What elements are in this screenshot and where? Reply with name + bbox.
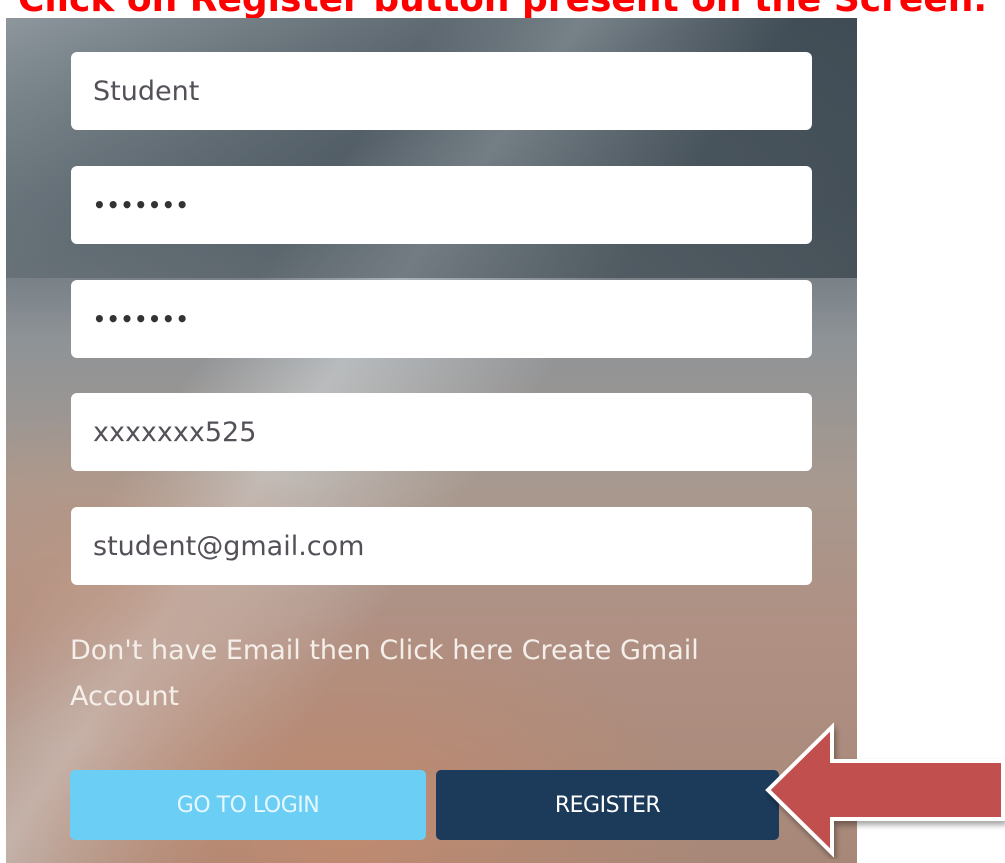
confirm-password-field[interactable]: ••••••• [71,280,812,358]
register-button[interactable]: REGISTER [436,770,779,840]
username-field[interactable]: Student [71,52,812,130]
left-arrow-icon [765,722,1005,858]
mobile-field[interactable]: xxxxxxx525 [71,393,812,471]
create-gmail-link-line2: Account [70,681,180,712]
left-arrow-shape [765,722,1005,858]
email-field[interactable]: student@gmail.com [71,507,812,585]
register-label: REGISTER [554,792,661,818]
go-to-login-button[interactable]: GO TO LOGIN [70,770,426,840]
register-form-panel: Student ••••••• ••••••• xxxxxxx525 stude… [6,18,857,863]
password-field[interactable]: ••••••• [71,166,812,244]
go-to-login-label: GO TO LOGIN [176,792,320,818]
create-gmail-link[interactable]: Don't have Email then Click here Create … [70,628,810,720]
create-gmail-link-line1: Don't have Email then Click here Create … [70,635,699,666]
